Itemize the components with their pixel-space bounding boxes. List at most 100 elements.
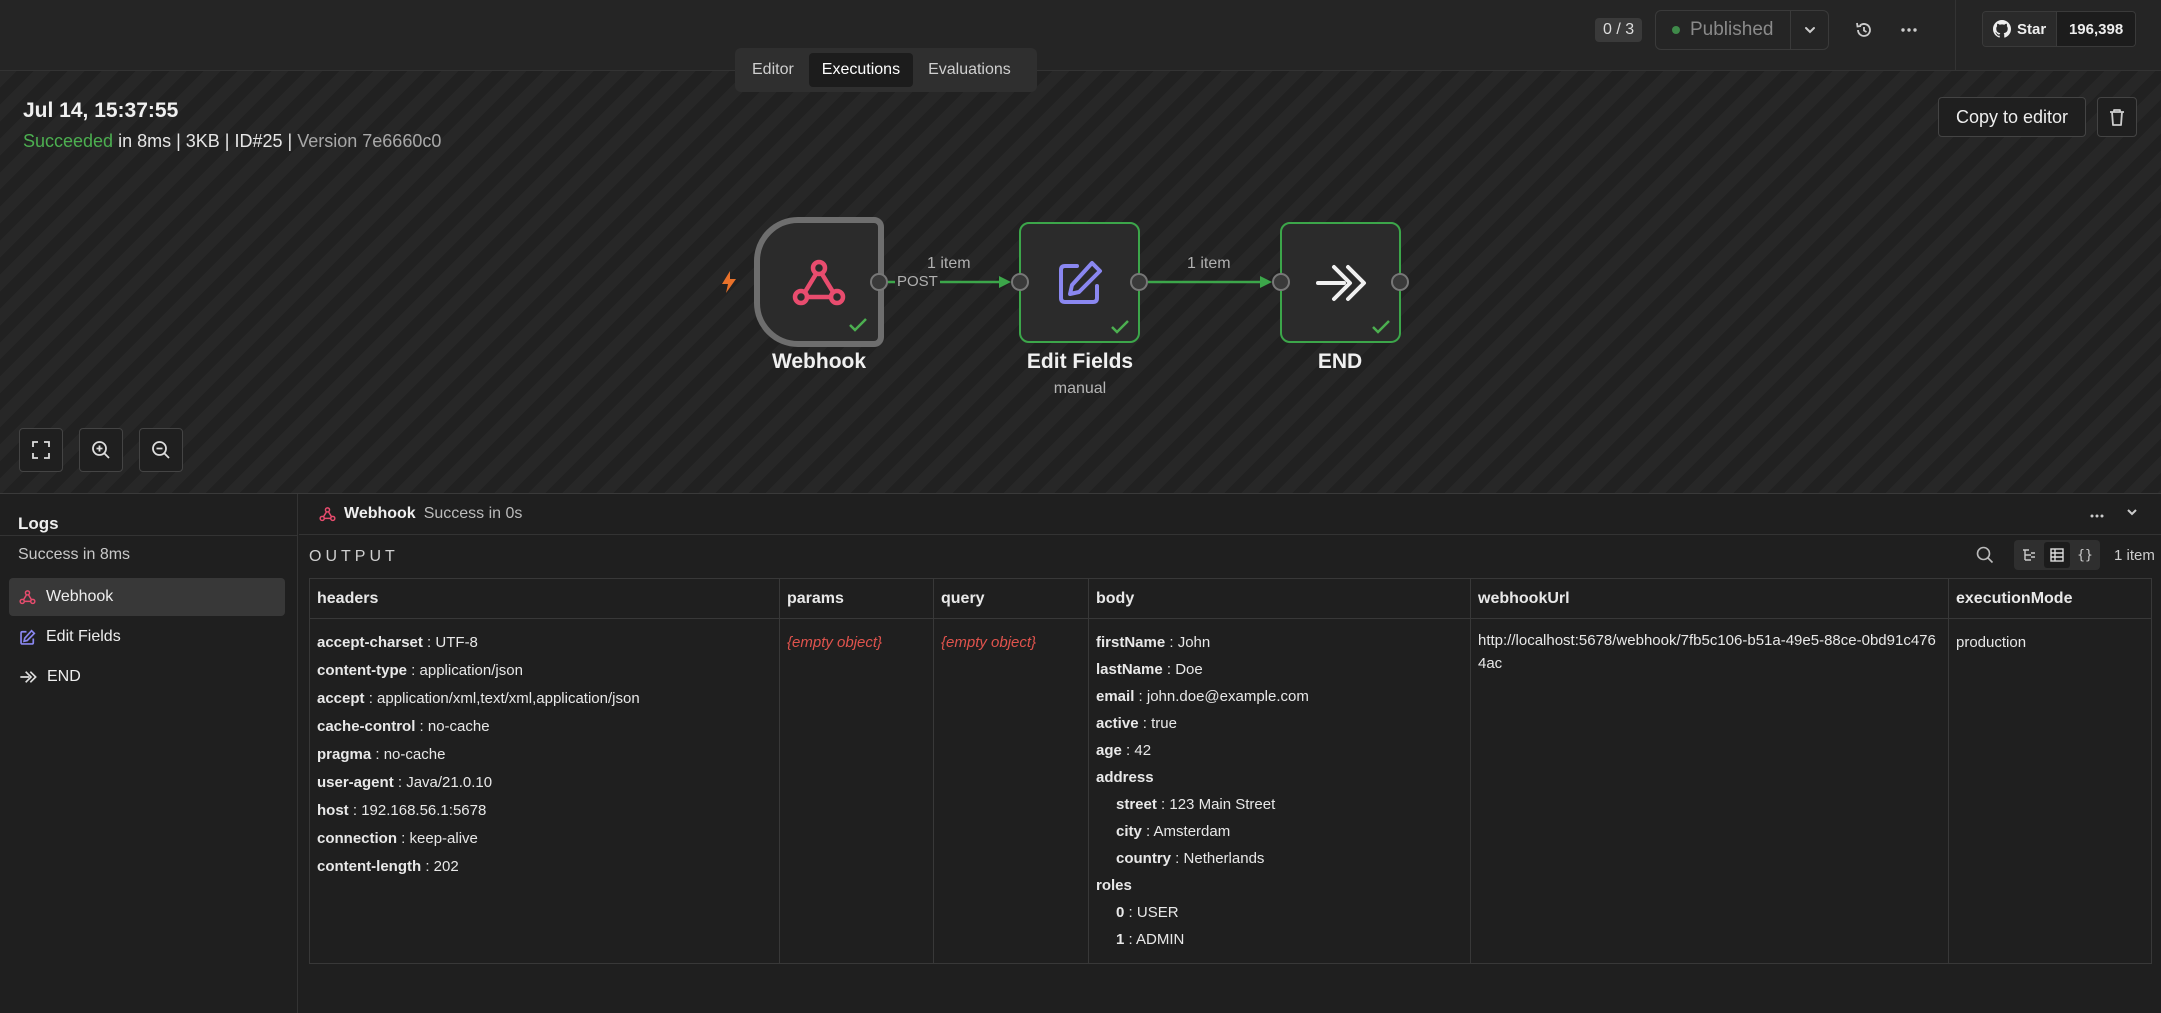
table-view-icon[interactable] xyxy=(2044,542,2070,568)
edit-icon xyxy=(20,628,36,645)
kv-row: 1 : ADMIN xyxy=(1116,931,1185,948)
tab-editor[interactable]: Editor xyxy=(739,53,807,87)
edit-icon xyxy=(1058,260,1102,304)
input-handle[interactable] xyxy=(1011,273,1029,291)
output-table: headers params query body webhookUrl exe… xyxy=(309,578,2152,964)
kv-row: accept-charset : UTF-8 xyxy=(317,634,478,651)
input-handle[interactable] xyxy=(1272,273,1290,291)
node-webhook[interactable] xyxy=(754,217,884,347)
params-cell: {empty object} xyxy=(779,618,934,964)
kv-row: address xyxy=(1096,769,1154,786)
column-header[interactable]: webhookUrl xyxy=(1470,578,1949,619)
schema-view-icon[interactable] xyxy=(2016,542,2042,568)
connection-method: POST xyxy=(895,273,940,290)
more-options-icon[interactable] xyxy=(2089,506,2105,524)
kv-row: city : Amsterdam xyxy=(1116,823,1231,840)
kv-row: content-length : 202 xyxy=(317,858,459,875)
log-item-edit-fields[interactable]: Edit Fields xyxy=(9,618,285,656)
double-chevron-right-icon xyxy=(20,671,37,683)
table-row: accept-charset : UTF-8 content-type : ap… xyxy=(309,618,2152,964)
output-handle[interactable] xyxy=(1391,273,1409,291)
output-handle[interactable] xyxy=(1130,273,1148,291)
query-cell: {empty object} xyxy=(933,618,1089,964)
json-view-icon[interactable]: {} xyxy=(2072,542,2098,568)
output-node-status: Success in 0s xyxy=(423,505,523,522)
output-section-label: OUTPUT xyxy=(309,548,399,565)
log-item-label: END xyxy=(47,668,81,685)
headers-cell: accept-charset : UTF-8 content-type : ap… xyxy=(309,618,780,964)
divider xyxy=(0,535,298,536)
github-star[interactable]: Star xyxy=(1983,12,2058,46)
log-item-label: Webhook xyxy=(46,588,114,605)
success-check-icon xyxy=(849,318,867,332)
tab-executions[interactable]: Executions xyxy=(808,53,914,87)
kv-row: connection : keep-alive xyxy=(317,830,478,847)
github-star-label: Star xyxy=(2017,20,2047,38)
kv-row: street : 123 Main Street xyxy=(1116,796,1276,813)
status-dot-icon xyxy=(1672,26,1680,34)
webhook-url-value: http://localhost:5678/webhook/7fb5c106-b… xyxy=(1478,632,1936,672)
kv-row: host : 192.168.56.1:5678 xyxy=(317,802,487,819)
kv-row: 0 : USER xyxy=(1116,904,1179,921)
node-subtitle: manual xyxy=(1053,380,1107,397)
tab-evaluations[interactable]: Evaluations xyxy=(915,53,1024,87)
table-header-row: headers params query body webhookUrl exe… xyxy=(309,578,2152,619)
workflow-canvas[interactable]: Jul 14, 15:37:55 Succeeded in 8ms | 3KB … xyxy=(0,71,2161,494)
search-icon[interactable] xyxy=(1976,546,1994,564)
github-star-count[interactable]: 196,398 xyxy=(2057,12,2135,46)
column-header[interactable]: executionMode xyxy=(1948,578,2152,619)
more-options-icon[interactable] xyxy=(1893,14,1925,46)
column-header[interactable]: query xyxy=(933,578,1089,619)
log-item-end[interactable]: END xyxy=(9,658,285,696)
webhook-icon xyxy=(19,590,36,605)
empty-object-value: {empty object} xyxy=(787,634,883,651)
divider xyxy=(1955,0,1956,71)
body-cell: firstName : John lastName : Doe email : … xyxy=(1088,618,1471,964)
output-tools: {} 1 item xyxy=(1976,540,2155,570)
output-panel: Webhook Success in 0s OUTPUT {} 1 item h… xyxy=(299,494,2161,1013)
kv-row: user-agent : Java/21.0.10 xyxy=(317,774,493,791)
column-header[interactable]: body xyxy=(1088,578,1471,619)
history-icon[interactable] xyxy=(1848,14,1880,46)
zoom-out-button[interactable] xyxy=(139,428,183,472)
log-item-label: Edit Fields xyxy=(46,628,121,645)
kv-row: pragma : no-cache xyxy=(317,746,446,763)
log-item-webhook[interactable]: Webhook xyxy=(9,578,285,616)
kv-row: cache-control : no-cache xyxy=(317,718,490,735)
webhook-icon xyxy=(792,259,846,306)
kv-row: email : john.doe@example.com xyxy=(1096,688,1309,705)
double-chevron-right-icon xyxy=(1315,264,1366,301)
node-label: END xyxy=(1317,350,1363,373)
execution-mode-cell: production xyxy=(1948,618,2152,964)
published-button[interactable]: Published xyxy=(1656,11,1791,49)
connection-item-count: 1 item xyxy=(1187,255,1231,272)
execution-mode-value: production xyxy=(1956,634,2027,651)
fit-view-icon xyxy=(32,441,50,459)
fit-view-button[interactable] xyxy=(19,428,63,472)
success-check-icon xyxy=(1111,320,1129,334)
node-label: Edit Fields xyxy=(1026,350,1134,373)
chevron-down-icon[interactable] xyxy=(1791,23,1828,37)
kv-row: lastName : Doe xyxy=(1096,661,1203,678)
node-end[interactable] xyxy=(1280,222,1401,343)
zoom-in-icon xyxy=(92,441,110,459)
github-star-button[interactable]: Star 196,398 xyxy=(1982,11,2136,47)
output-item-count: 1 item xyxy=(2114,546,2155,564)
top-bar: 0 / 3 Published Star 196,398 xyxy=(0,0,2161,71)
publish-control[interactable]: Published xyxy=(1655,10,1829,50)
kv-row: firstName : John xyxy=(1096,634,1211,651)
node-edit-fields[interactable] xyxy=(1019,222,1140,343)
chevron-down-icon[interactable] xyxy=(2125,505,2139,524)
logs-title: Logs xyxy=(18,514,59,533)
output-header: Webhook Success in 0s xyxy=(299,494,2161,535)
published-label: Published xyxy=(1690,19,1774,40)
kv-row: roles xyxy=(1096,877,1132,894)
production-counter: 0 / 3 xyxy=(1595,18,1643,42)
logs-panel: Logs Success in 8ms Webhook Edit Fields … xyxy=(0,494,298,1013)
logs-summary: Success in 8ms xyxy=(18,546,131,563)
zoom-in-button[interactable] xyxy=(79,428,123,472)
output-handle[interactable] xyxy=(870,273,888,291)
column-header[interactable]: params xyxy=(779,578,934,619)
column-header[interactable]: headers xyxy=(309,578,780,619)
view-switch: {} xyxy=(2014,540,2100,570)
